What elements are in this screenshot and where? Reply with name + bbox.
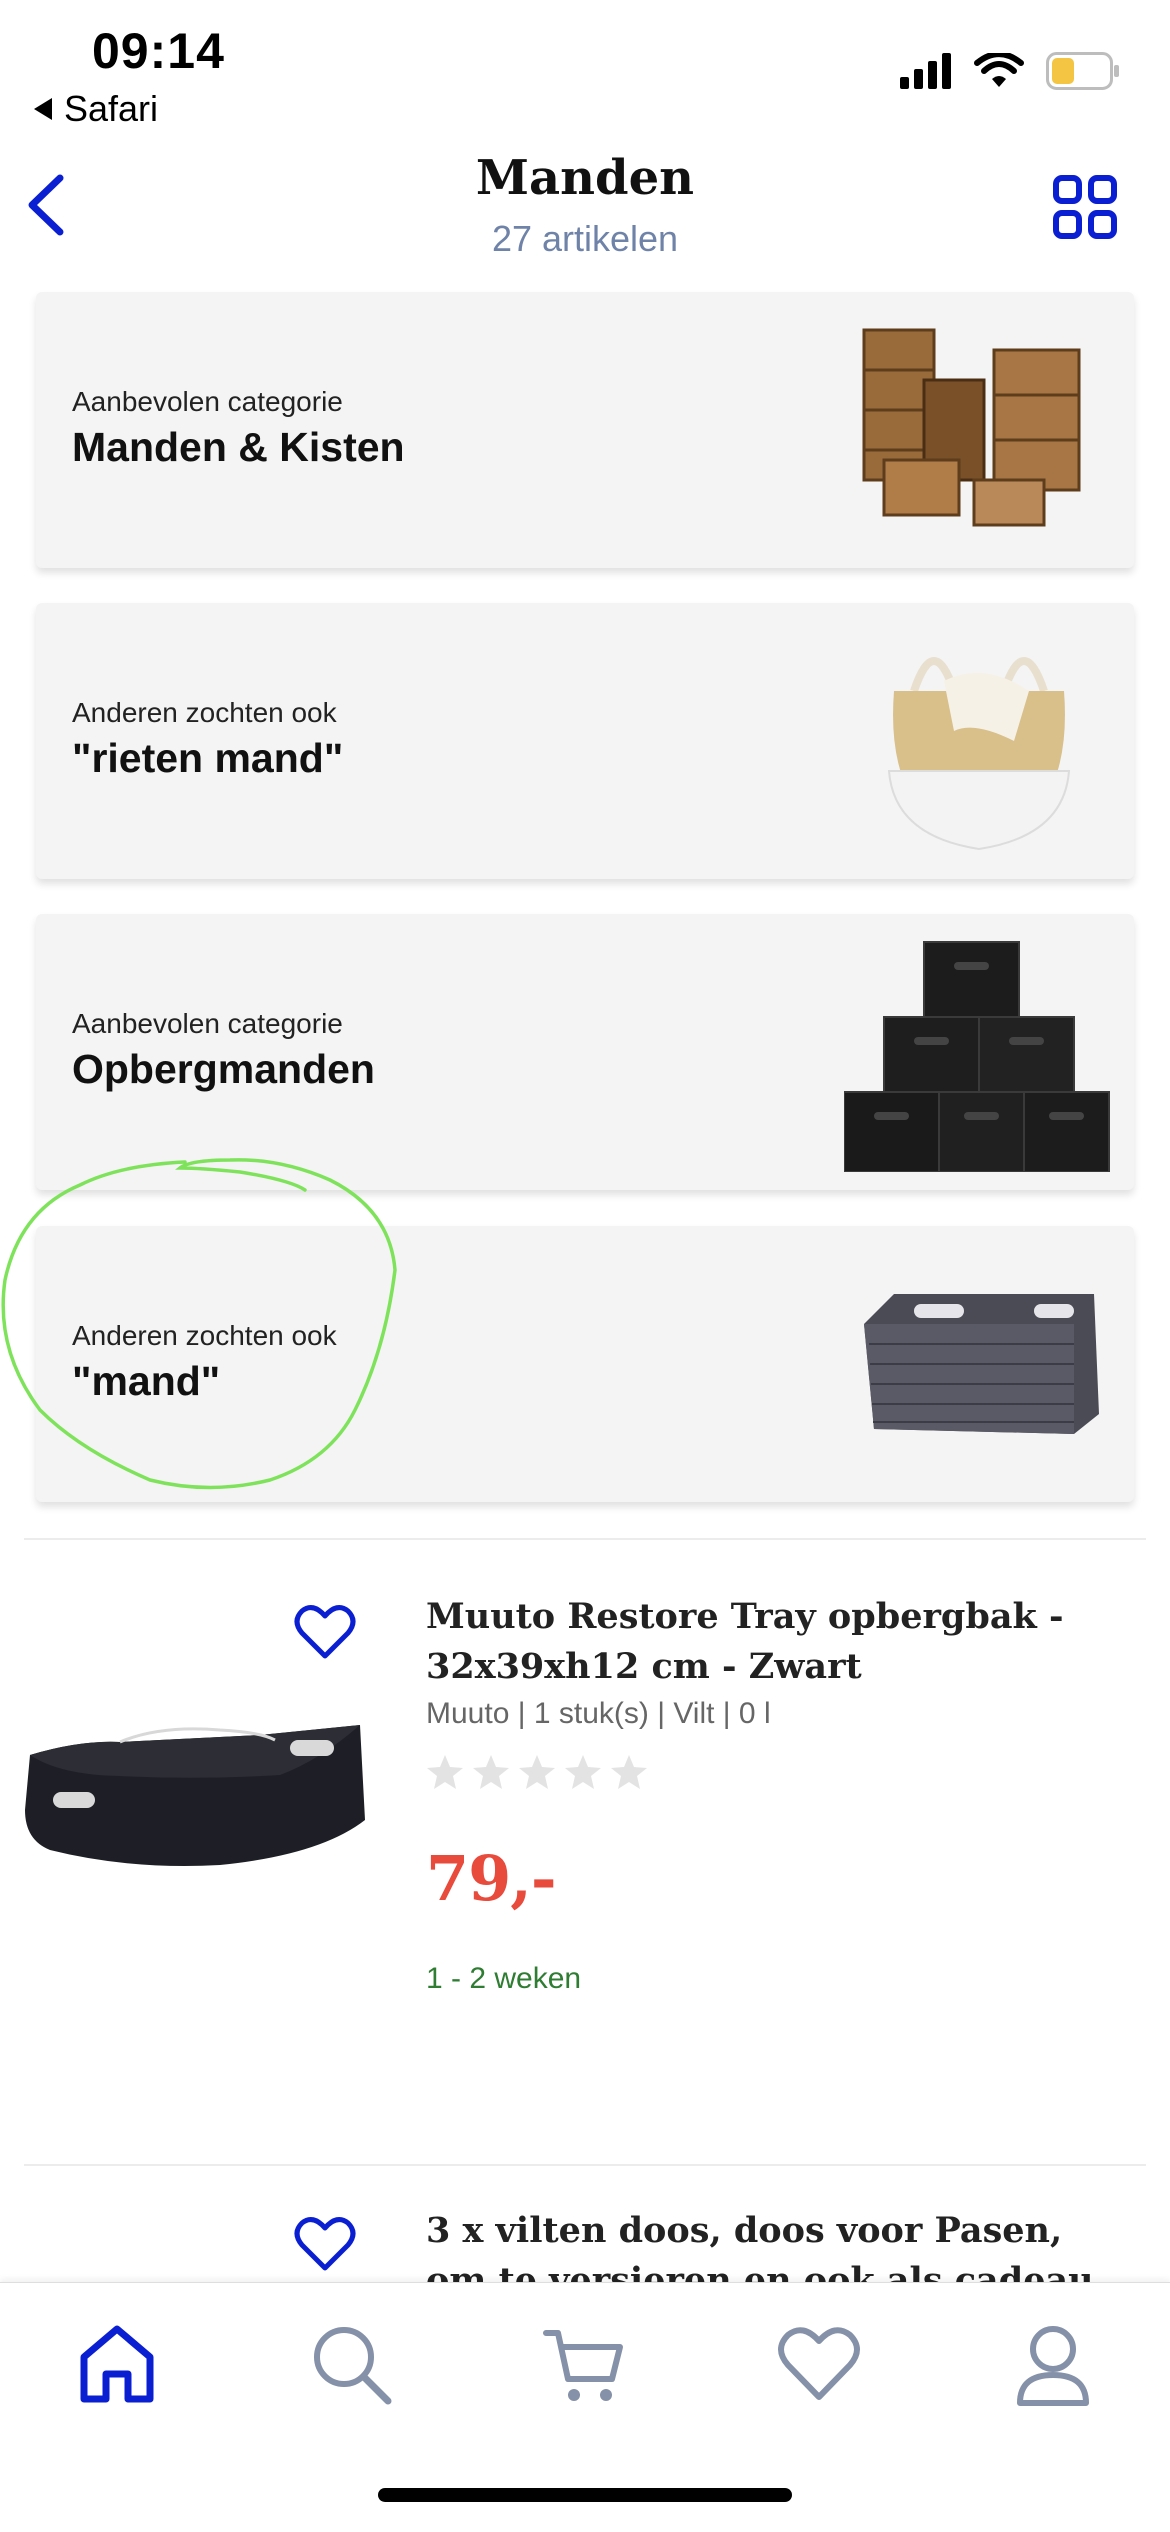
star-icon <box>519 1755 555 1789</box>
product-image-tray[interactable] <box>20 1680 370 1880</box>
favorite-heart-icon[interactable] <box>294 2216 356 2272</box>
wifi-icon <box>974 53 1024 87</box>
card-label: Anderen zochten ook <box>72 697 337 728</box>
star-icon <box>427 1755 463 1789</box>
star-icon <box>565 1755 601 1789</box>
back-to-safari[interactable]: Safari <box>34 88 158 130</box>
favorite-heart-icon[interactable] <box>294 1604 356 1660</box>
page-title: Manden <box>475 150 695 206</box>
category-card-rieten-mand[interactable]: Anderen zochten ook "rieten mand" <box>36 603 1134 879</box>
product-price: 79,- <box>426 1842 557 1915</box>
heart-icon[interactable] <box>774 2319 864 2409</box>
battery-icon <box>1046 52 1119 90</box>
back-triangle-icon <box>34 98 52 120</box>
wooden-crates-image <box>862 328 1081 527</box>
divider <box>24 2164 1146 2166</box>
card-title: "mand" <box>72 1358 221 1404</box>
delivery-time: 1 - 2 weken <box>426 1962 582 1995</box>
signal-icon <box>900 53 951 89</box>
card-title: Opbergmanden <box>72 1046 375 1092</box>
card-label: Aanbevolen categorie <box>72 1008 343 1039</box>
profile-icon[interactable] <box>1008 2319 1098 2409</box>
home-indicator <box>378 2488 792 2502</box>
grid-view-icon[interactable] <box>1052 174 1118 240</box>
home-icon[interactable] <box>72 2319 162 2409</box>
search-icon[interactable] <box>306 2319 396 2409</box>
card-title: "rieten mand" <box>72 735 344 781</box>
status-icons <box>900 52 1120 90</box>
star-icon <box>473 1755 509 1789</box>
card-title: Manden & Kisten <box>72 424 405 470</box>
rope-basket-image <box>887 657 1071 851</box>
storage-cubes-image <box>844 941 1110 1172</box>
category-card-mand[interactable]: Anderen zochten ook "mand" <box>36 1226 1134 1502</box>
cart-icon[interactable] <box>540 2319 630 2409</box>
woven-basket-image <box>864 1294 1099 1434</box>
card-label: Aanbevolen categorie <box>72 386 343 417</box>
back-app-label: Safari <box>64 88 159 129</box>
rating-stars <box>426 1754 648 1790</box>
category-card-manden-kisten[interactable]: Aanbevolen categorie Manden & Kisten <box>36 292 1134 568</box>
divider <box>24 1538 1146 1540</box>
article-count: 27 artikelen <box>491 218 679 259</box>
card-label: Anderen zochten ook <box>72 1320 337 1351</box>
product-meta: Muuto | 1 stuk(s) | Vilt | 0 l <box>426 1697 771 1730</box>
status-time: 09:14 <box>92 23 225 79</box>
category-card-opbergmanden[interactable]: Aanbevolen categorie Opbergmanden <box>36 914 1134 1190</box>
star-icon <box>611 1755 647 1789</box>
product-title[interactable]: Muuto Restore Tray opbergbak - 32x39xh12… <box>426 1592 1126 1692</box>
